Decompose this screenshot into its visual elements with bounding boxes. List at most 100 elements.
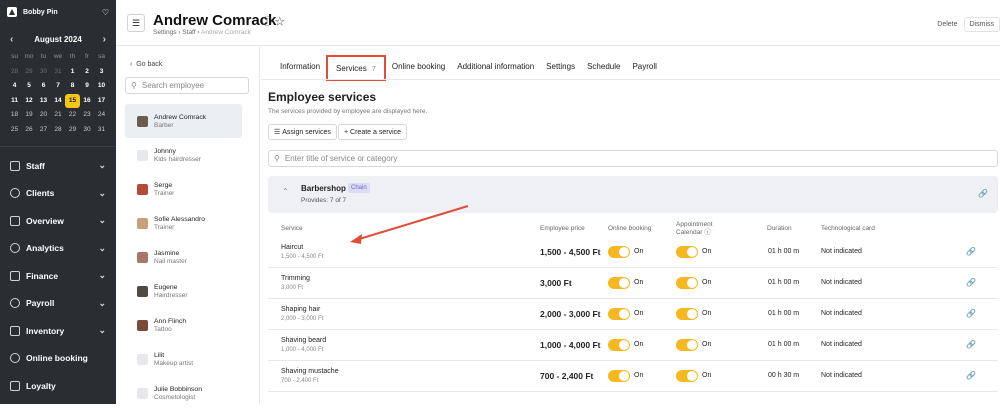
calendar-day[interactable]: 16 — [80, 94, 95, 109]
sidebar-item-loyalty[interactable]: Loyalty — [0, 372, 116, 400]
info-icon[interactable]: ⓘ — [704, 229, 711, 236]
breadcrumb-settings[interactable]: Settings — [153, 29, 177, 36]
calendar-day[interactable]: 28 — [51, 123, 66, 138]
chevron-down-icon[interactable]: ⌄ — [98, 215, 106, 226]
calendar-day[interactable]: 10 — [94, 79, 109, 94]
calendar-day[interactable]: 31 — [51, 65, 66, 80]
calendar-day[interactable]: 7 — [51, 79, 66, 94]
assign-services-button[interactable]: ☰ Assign services — [268, 124, 337, 140]
chevron-right-icon[interactable]: › — [103, 34, 106, 45]
service-search-input[interactable]: ⚲ Enter title of service or category — [268, 150, 998, 167]
chevron-left-icon[interactable]: ‹ — [10, 34, 13, 45]
tab-information[interactable]: Information — [274, 61, 326, 73]
calendar-day[interactable]: 9 — [80, 79, 95, 94]
table-row[interactable]: Shaving beard1,000 - 4,000 Ft1,000 - 4,0… — [268, 330, 998, 361]
link-icon[interactable]: 🔗 — [966, 340, 976, 349]
calendar-day[interactable]: 21 — [51, 108, 66, 123]
sidebar-item-staff[interactable]: Staff⌄ — [0, 152, 116, 180]
chevron-down-icon[interactable]: ⌄ — [98, 325, 106, 336]
appointment-calendar-toggle[interactable] — [676, 277, 698, 289]
link-icon[interactable]: 🔗 — [966, 247, 976, 256]
sidebar-item-overview[interactable]: Overview⌄ — [0, 207, 116, 235]
employee-item[interactable]: SergeTrainer — [125, 172, 242, 206]
chevron-down-icon[interactable]: ⌄ — [98, 270, 106, 281]
table-row[interactable]: Trimming3,000 Ft3,000 FtOnOn01 h 00 mNot… — [268, 268, 998, 299]
table-row[interactable]: Haircut1,500 - 4,500 Ft1,500 - 4,500 FtO… — [268, 237, 998, 268]
tab-payroll[interactable]: Payroll — [626, 61, 662, 73]
tab-services[interactable]: Services 7 — [326, 55, 386, 81]
calendar-day[interactable]: 23 — [80, 108, 95, 123]
employee-item[interactable]: Andrew ComrackBarber — [125, 104, 242, 138]
employee-item[interactable]: Sofie AlessandroTrainer — [125, 206, 242, 240]
calendar-day[interactable]: 24 — [94, 108, 109, 123]
sidebar-item-analytics[interactable]: Analytics⌄ — [0, 235, 116, 263]
calendar-day[interactable]: 31 — [94, 123, 109, 138]
employee-item[interactable]: JasmineNail master — [125, 240, 242, 274]
online-booking-toggle[interactable] — [608, 308, 630, 320]
tab-schedule[interactable]: Schedule — [581, 61, 626, 73]
link-icon[interactable]: 🔗 — [966, 278, 976, 287]
appointment-calendar-toggle[interactable] — [676, 370, 698, 382]
employee-item[interactable]: Julie BobbinsonCosmetologist — [125, 376, 242, 410]
table-row[interactable]: Shaving mustache700 - 2,400 Ft700 - 2,40… — [268, 361, 998, 392]
calendar-day[interactable]: 3 — [94, 65, 109, 80]
brand-header[interactable]: Bobby Pin ♡ — [0, 0, 116, 24]
employee-item[interactable]: JohnnyKids hairdresser — [125, 138, 242, 172]
tab-settings[interactable]: Settings — [540, 61, 581, 73]
category-header[interactable]: ⌃ Barbershop Chain Provides: 7 of 7 🔗 — [268, 176, 998, 213]
calendar-day[interactable]: 5 — [22, 79, 37, 94]
sidebar-item-finance[interactable]: Finance⌄ — [0, 262, 116, 290]
calendar-day-selected[interactable]: 15 — [65, 94, 80, 109]
calendar-day[interactable]: 6 — [36, 79, 51, 94]
chevron-down-icon[interactable]: ⌄ — [98, 160, 106, 171]
delete-button[interactable]: Delete — [937, 21, 957, 28]
sidebar-item-clients[interactable]: Clients⌄ — [0, 180, 116, 208]
info-icon[interactable]: ⓘ — [262, 17, 272, 28]
chevron-up-icon[interactable]: ⌃ — [282, 187, 289, 196]
appointment-calendar-toggle[interactable] — [676, 339, 698, 351]
calendar-day[interactable]: 11 — [7, 94, 22, 109]
chevron-down-icon[interactable]: ⌄ — [98, 298, 106, 309]
appointment-calendar-toggle[interactable] — [676, 246, 698, 258]
calendar-day[interactable]: 29 — [22, 65, 37, 80]
calendar-day[interactable]: 2 — [80, 65, 95, 80]
create-service-button[interactable]: + Create a service — [338, 124, 407, 140]
calendar-day[interactable]: 12 — [22, 94, 37, 109]
chevron-down-icon[interactable]: ⌄ — [98, 243, 106, 254]
chevron-down-icon[interactable]: ⌄ — [98, 188, 106, 199]
appointment-calendar-toggle[interactable] — [676, 308, 698, 320]
online-booking-toggle[interactable] — [608, 246, 630, 258]
calendar-day[interactable]: 27 — [36, 123, 51, 138]
bell-icon[interactable]: ♡ — [102, 8, 109, 17]
employee-item[interactable]: LilitMakeup artist — [125, 342, 242, 376]
calendar-day[interactable]: 20 — [36, 108, 51, 123]
calendar-day[interactable]: 18 — [7, 108, 22, 123]
hamburger-icon[interactable]: ☰ — [127, 14, 145, 32]
calendar-day[interactable]: 14 — [51, 94, 66, 109]
calendar-day[interactable]: 13 — [36, 94, 51, 109]
link-icon[interactable]: 🔗 — [966, 371, 976, 380]
link-icon[interactable]: 🔗 — [978, 189, 988, 198]
sidebar-item-inventory[interactable]: Inventory⌄ — [0, 317, 116, 345]
calendar-day[interactable]: 28 — [7, 65, 22, 80]
table-row[interactable]: Shaping hair2,000 - 3,000 Ft2,000 - 3,00… — [268, 299, 998, 330]
sidebar-item-payroll[interactable]: Payroll⌄ — [0, 290, 116, 318]
calendar-day[interactable]: 22 — [65, 108, 80, 123]
calendar-day[interactable]: 26 — [22, 123, 37, 138]
sidebar-item-online-booking[interactable]: Online booking — [0, 345, 116, 373]
calendar-day[interactable]: 25 — [7, 123, 22, 138]
calendar-day[interactable]: 4 — [7, 79, 22, 94]
breadcrumb-staff[interactable]: Staff — [182, 29, 195, 36]
calendar-day[interactable]: 29 — [65, 123, 80, 138]
tab-online-booking[interactable]: Online booking — [386, 61, 451, 73]
link-icon[interactable]: 🔗 — [966, 309, 976, 318]
dismiss-button[interactable]: Dismiss — [964, 17, 1000, 32]
online-booking-toggle[interactable] — [608, 339, 630, 351]
calendar-day[interactable]: 19 — [22, 108, 37, 123]
online-booking-toggle[interactable] — [608, 277, 630, 289]
calendar-day[interactable]: 8 — [65, 79, 80, 94]
go-back-link[interactable]: ‹ Go back — [130, 61, 162, 68]
employee-search-input[interactable]: ⚲ Search employee — [125, 77, 249, 94]
calendar-day[interactable]: 17 — [94, 94, 109, 109]
calendar-day[interactable]: 1 — [65, 65, 80, 80]
